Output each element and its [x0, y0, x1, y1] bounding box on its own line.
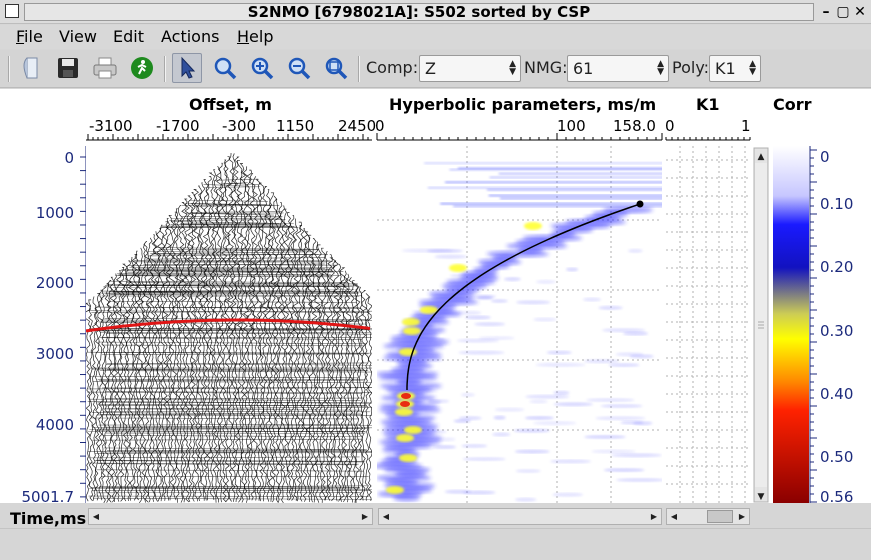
seismic-gather[interactable] — [85, 146, 377, 503]
display-canvas[interactable]: ▲ ▼ — [0, 0, 871, 560]
corr-tick: 0.40 — [820, 385, 854, 403]
scroll-up-icon[interactable]: ▲ — [758, 152, 765, 162]
scroll-down-icon[interactable]: ▼ — [758, 492, 765, 502]
time-axis-ticks — [80, 156, 86, 498]
axis-tick-marks — [87, 133, 751, 140]
scroll-thumb[interactable] — [707, 510, 733, 523]
k1-hscrollbar[interactable]: ◀ ▶ — [666, 508, 750, 525]
k1-panel — [666, 146, 750, 503]
corr-tick: 0.30 — [820, 322, 854, 340]
scroll-left-icon[interactable]: ◀ — [379, 509, 393, 524]
corr-tick: 0.50 — [820, 448, 854, 466]
scroll-left-icon[interactable]: ◀ — [89, 509, 103, 524]
scroll-right-icon[interactable]: ▶ — [358, 509, 372, 524]
corr-tick: 0.20 — [820, 258, 854, 276]
corr-tick: 0.10 — [820, 195, 854, 213]
status-bar — [0, 528, 871, 560]
offset-hscrollbar[interactable]: ◀ ▶ — [88, 508, 373, 525]
scroll-right-icon[interactable]: ▶ — [647, 509, 661, 524]
time-axis-label: Time,ms — [10, 509, 87, 528]
scroll-right-icon[interactable]: ▶ — [735, 509, 749, 524]
pick-point[interactable] — [636, 200, 644, 208]
hyper-hscrollbar[interactable]: ◀ ▶ — [378, 508, 662, 525]
corr-colorbar — [773, 146, 817, 503]
corr-tick: 0 — [820, 148, 830, 166]
vertical-scrollbar[interactable]: ▲ ▼ — [753, 147, 769, 503]
scroll-left-icon[interactable]: ◀ — [667, 509, 681, 524]
